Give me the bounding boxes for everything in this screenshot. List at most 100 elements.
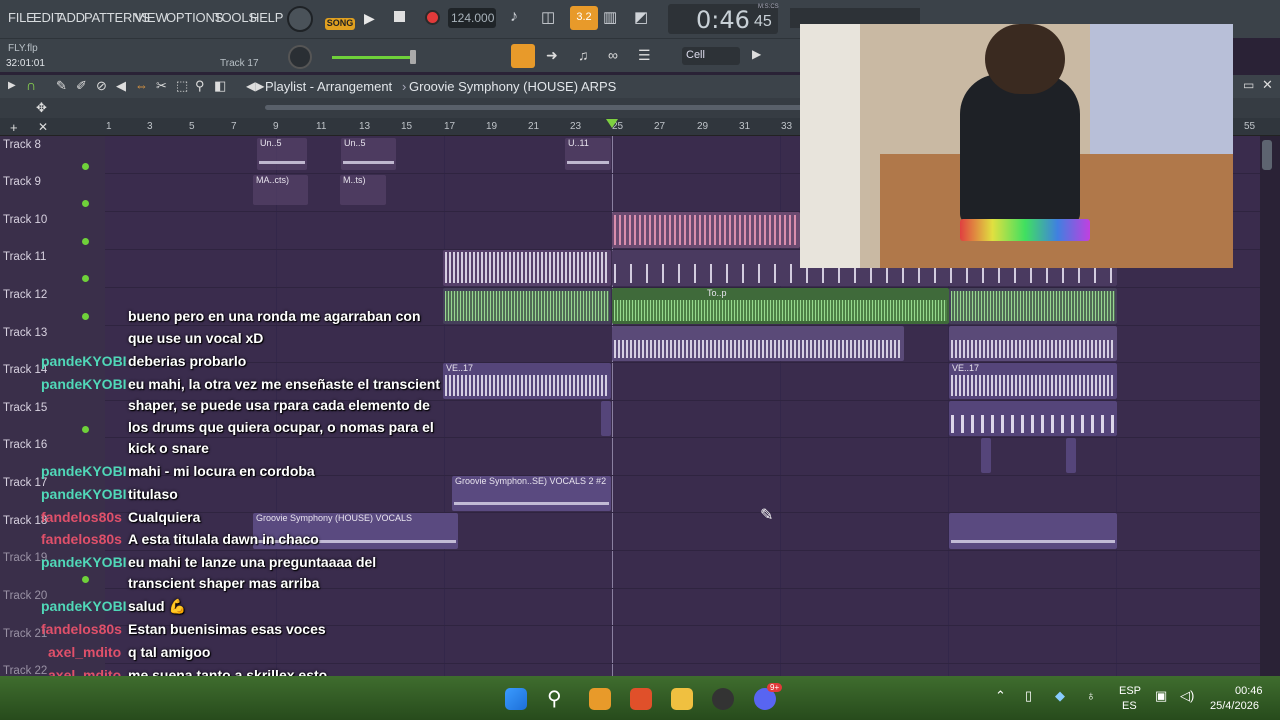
paint-tool-icon[interactable]: ✐ [76, 78, 87, 94]
clip-track14-b[interactable]: VE..17 [949, 363, 1117, 399]
menu-file[interactable]: FILE [8, 10, 35, 25]
microphone-icon[interactable]: ♁ [1086, 688, 1096, 703]
magnet-snap-icon[interactable]: ∩ [26, 77, 36, 93]
track-name[interactable]: Track 8 [3, 139, 41, 151]
clip-track11-a[interactable] [443, 250, 611, 286]
usb-icon[interactable]: ▯ [1025, 688, 1032, 704]
chat-message: los drums que quiera ocupar, o nomas par… [128, 419, 434, 435]
clip-track13-b[interactable] [949, 326, 1117, 361]
horizontal-scrollbar[interactable] [265, 105, 805, 110]
clip-track9-b[interactable]: M..ts) [340, 175, 386, 205]
snap-select[interactable]: Cell [682, 47, 740, 65]
playback-tool-icon[interactable]: ◧ [214, 78, 226, 94]
selected-track-label: Track 17 [220, 58, 259, 69]
master-volume-slider[interactable] [332, 56, 412, 59]
playlist-title: Playlist - Arrangement [265, 79, 393, 94]
clip-track9-a[interactable]: MA..cts) [253, 175, 308, 205]
clip-track8-a[interactable]: Un..5 [257, 138, 307, 170]
track-name[interactable]: Track 10 [3, 214, 47, 226]
drag-handle-icon[interactable]: ✥ [36, 100, 47, 116]
select-tool-icon[interactable]: ⬚ [176, 78, 188, 94]
piano-roll-icon[interactable]: ♫ [578, 47, 589, 63]
clip-track8-b[interactable]: Un..5 [341, 138, 396, 170]
playlist-options-icon[interactable]: ◀▶ [246, 79, 264, 93]
search-icon[interactable]: ⚲ [547, 686, 562, 711]
add-track-icon[interactable]: + [10, 120, 18, 135]
pattern-number-display[interactable]: 3.2 [570, 6, 598, 30]
fl-studio-icon[interactable] [589, 688, 611, 710]
chat-message: eu mahi te lanze una preguntaaaa del [128, 554, 377, 570]
clip-track18-b[interactable] [949, 513, 1117, 549]
file-explorer-icon[interactable] [671, 688, 693, 710]
clip-track17-vocals2[interactable]: Groovie Symphon..SE) VOCALS 2 #2 [452, 476, 611, 511]
clip-track10[interactable] [612, 212, 800, 248]
next-icon[interactable]: ▶ [752, 47, 761, 61]
clip-track15-b[interactable] [949, 401, 1117, 436]
playlist-breadcrumb[interactable]: Groovie Symphony (HOUSE) ARPS [409, 79, 616, 94]
slip-tool-icon[interactable]: ⇔ [135, 78, 148, 93]
master-pitch-knob[interactable] [288, 45, 312, 69]
windows-start-icon[interactable] [505, 688, 527, 710]
keyboard-region[interactable]: ES [1122, 700, 1137, 712]
network-icon[interactable]: ▣ [1155, 688, 1167, 704]
track-name[interactable]: Track 12 [3, 289, 47, 301]
arrow-right-icon[interactable]: ➜ [546, 47, 558, 64]
maximize-icon[interactable]: ▭ [1243, 78, 1254, 92]
menu-help[interactable]: HELP [250, 10, 283, 25]
taskbar-date[interactable]: 25/4/2026 [1210, 700, 1259, 712]
brave-browser-icon[interactable] [630, 688, 652, 710]
clip-track13-a[interactable] [612, 326, 904, 361]
track-mute-led[interactable] [82, 163, 89, 170]
obs-icon[interactable] [712, 688, 734, 710]
ruler-label: 7 [231, 121, 237, 132]
track-mute-led[interactable] [82, 200, 89, 207]
record-icon[interactable] [425, 10, 440, 25]
keyboard-layout[interactable]: ESP [1119, 685, 1141, 697]
tray-expand-icon[interactable]: ⌃ [995, 688, 1006, 704]
step-edit-icon[interactable]: ▥ [603, 8, 617, 26]
remove-icon[interactable]: ✕ [38, 120, 48, 134]
playlist-menu-icon[interactable]: ▶ [8, 80, 16, 91]
playlist-button[interactable] [511, 44, 535, 68]
track-name[interactable]: Track 11 [3, 251, 46, 263]
mute-tool-icon[interactable]: ◀ [116, 78, 126, 94]
playhead-marker[interactable] [606, 119, 618, 128]
clip-track12-a[interactable] [443, 288, 611, 324]
taskbar-clock[interactable]: 00:46 [1235, 685, 1263, 697]
mixer-icon[interactable]: ☰ [638, 47, 651, 64]
vertical-scrollbar[interactable] [1262, 140, 1272, 170]
song-mode-button[interactable]: SONG [325, 18, 355, 30]
delete-tool-icon[interactable]: ⊘ [96, 78, 107, 94]
draw-tool-icon[interactable]: ✎ [56, 78, 67, 94]
pattern-song-knob[interactable] [287, 6, 313, 32]
loop-record-icon[interactable]: ◩ [634, 8, 648, 26]
ruler-label: 21 [528, 121, 540, 132]
chat-username: pandeKYOBI [41, 598, 127, 614]
slice-tool-icon[interactable]: ✂ [156, 78, 167, 94]
wait-icon[interactable]: ◫ [541, 8, 565, 28]
master-volume-handle[interactable] [410, 50, 416, 64]
ruler-label: 15 [401, 121, 413, 132]
volume-icon[interactable]: ◁) [1180, 688, 1194, 704]
menu-view[interactable]: VIEW [135, 10, 168, 25]
link-icon[interactable]: ∞ [608, 47, 618, 63]
bluetooth-icon[interactable]: ◆ [1055, 688, 1065, 704]
clip-track12-b[interactable]: To..p [612, 288, 949, 324]
clip-track12-c[interactable] [949, 288, 1117, 324]
play-icon[interactable]: ▶ [364, 10, 375, 27]
stop-icon[interactable] [394, 11, 405, 22]
clip-track8-c[interactable]: U..11 [565, 138, 611, 170]
clip-track16-a[interactable] [981, 438, 991, 473]
track-mute-led[interactable] [82, 238, 89, 245]
zoom-tool-icon[interactable]: ⚲ [195, 78, 205, 94]
clip-track14-a[interactable]: VE..17 [443, 363, 611, 399]
menu-add[interactable]: ADD [58, 10, 85, 25]
clip-track15-a[interactable] [601, 401, 611, 436]
track-mute-led[interactable] [82, 275, 89, 282]
track-name[interactable]: Track 9 [3, 176, 41, 188]
close-icon[interactable]: ✕ [1262, 77, 1273, 93]
metronome-icon[interactable]: ♪ [510, 8, 534, 28]
tempo-display[interactable]: 124.000 [448, 8, 496, 28]
clip-track16-b[interactable] [1066, 438, 1076, 473]
chat-message: A esta titulala dawn in chaco [128, 531, 319, 547]
